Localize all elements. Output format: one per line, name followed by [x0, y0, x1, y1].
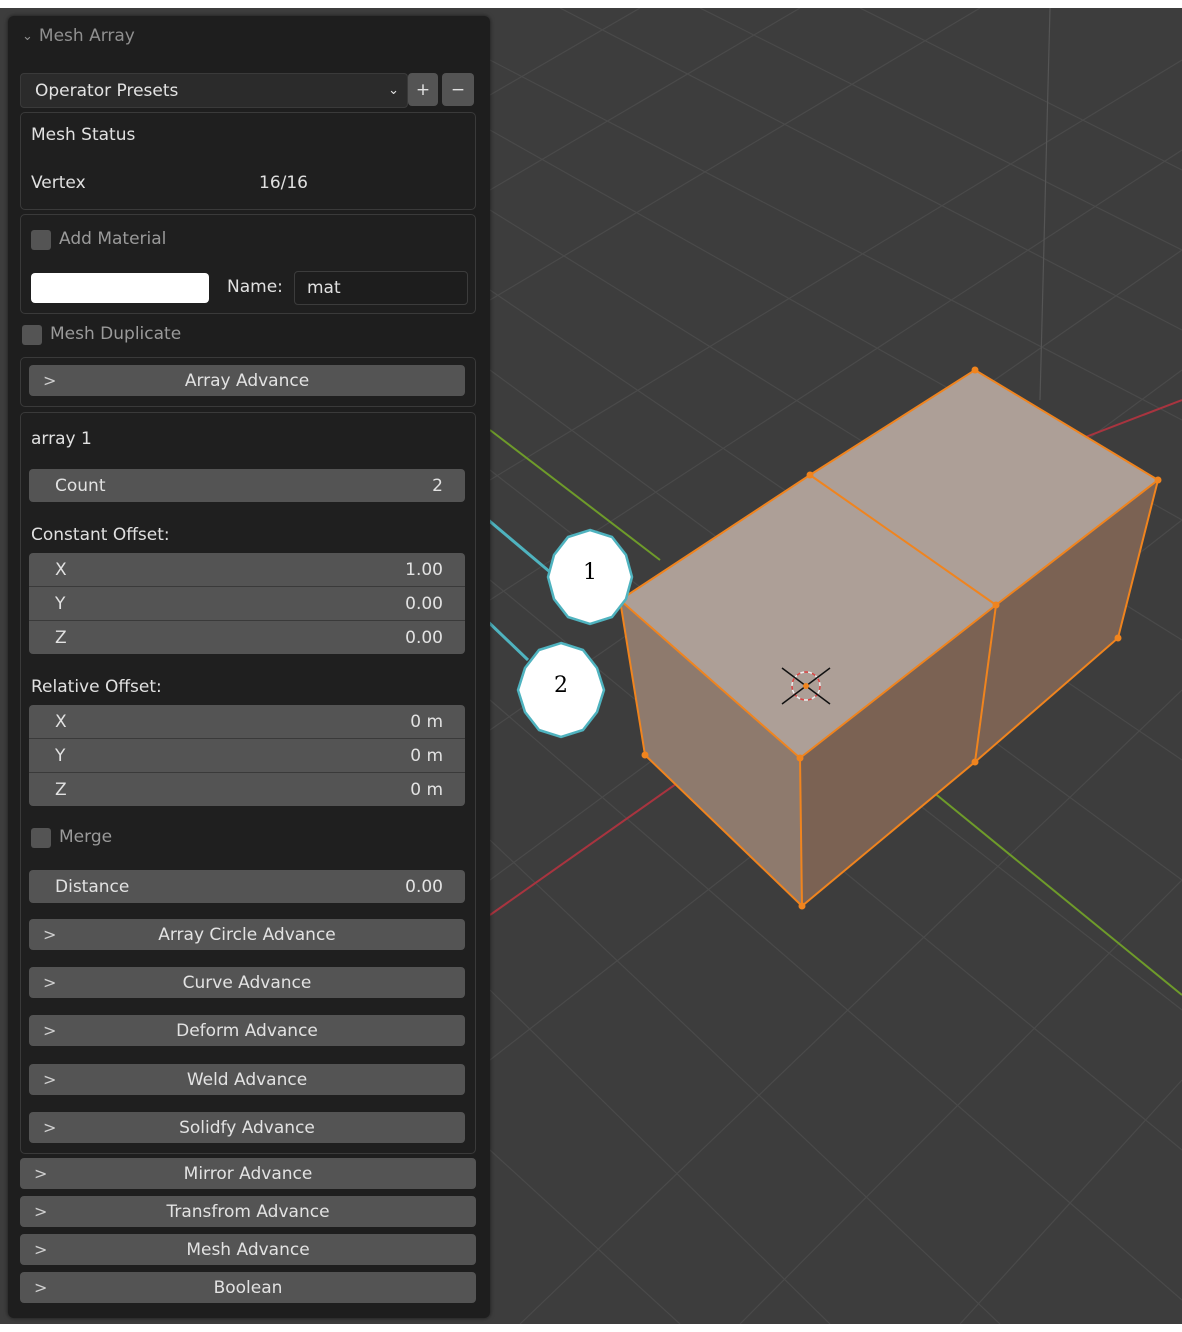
relative-offset-x[interactable]: X 0 m	[29, 705, 465, 739]
mesh-duplicate-checkbox[interactable]	[22, 325, 42, 345]
chevron-down-icon: ⌄	[22, 28, 33, 44]
constant-offset-fields: X 1.00 Y 0.00 Z 0.00	[29, 553, 465, 654]
array-advance-button[interactable]: > Array Advance	[29, 365, 465, 396]
curve-advance-button[interactable]: > Curve Advance	[29, 967, 465, 998]
chevron-right-icon: >	[43, 1118, 57, 1137]
mirror-advance-button[interactable]: > Mirror Advance	[20, 1158, 476, 1189]
distance-label: Distance	[55, 876, 130, 897]
material-color-swatch[interactable]	[31, 273, 209, 303]
transfrom-advance-button[interactable]: > Transfrom Advance	[20, 1196, 476, 1227]
advance-label: Deform Advance	[176, 1020, 318, 1041]
panel-title: Mesh Array	[38, 26, 135, 46]
axis-value: 0 m	[410, 745, 443, 766]
axis-label: Z	[55, 779, 67, 800]
mesh-duplicate-label: Mesh Duplicate	[50, 324, 182, 344]
chevron-right-icon: >	[34, 1278, 48, 1297]
advance-label: Solidfy Advance	[179, 1117, 315, 1138]
distance-field[interactable]: Distance 0.00	[29, 870, 465, 903]
advance-label: Transfrom Advance	[166, 1201, 330, 1222]
constant-offset-x[interactable]: X 1.00	[29, 553, 465, 587]
constant-offset-label: Constant Offset:	[31, 525, 170, 545]
mesh-status-box: Mesh Status Vertex 16/16	[20, 112, 476, 210]
plus-icon: +	[415, 79, 431, 100]
distance-value: 0.00	[405, 876, 443, 897]
operator-presets-dropdown[interactable]: Operator Presets ⌄	[20, 73, 408, 108]
advance-label: Mesh Advance	[186, 1239, 310, 1260]
advance-label: Curve Advance	[182, 972, 312, 993]
mesh-object	[616, 366, 1162, 910]
weld-advance-button[interactable]: > Weld Advance	[29, 1064, 465, 1095]
material-name-value: mat	[307, 278, 341, 298]
axis-label: Y	[55, 593, 66, 614]
boolean-button[interactable]: > Boolean	[20, 1272, 476, 1303]
relative-offset-z[interactable]: Z 0 m	[29, 773, 465, 806]
add-preset-button[interactable]: +	[408, 73, 438, 106]
add-material-checkbox[interactable]	[31, 230, 51, 250]
axis-label: Z	[55, 627, 67, 648]
chevron-right-icon: >	[34, 1240, 48, 1259]
chevron-right-icon: >	[34, 1164, 48, 1183]
advance-label: Array Circle Advance	[158, 924, 336, 945]
panel-header[interactable]: ⌄ Mesh Array	[22, 26, 135, 46]
axis-value: 0.00	[405, 593, 443, 614]
chevron-right-icon: >	[43, 1021, 57, 1040]
chevron-right-icon: >	[43, 371, 57, 390]
array-circle-advance-button[interactable]: > Array Circle Advance	[29, 919, 465, 950]
axis-label: Y	[55, 745, 66, 766]
advance-label: Mirror Advance	[183, 1163, 313, 1184]
minus-icon: −	[450, 79, 466, 100]
vertex-label: Vertex	[31, 173, 86, 193]
axis-value: 0 m	[410, 779, 443, 800]
axis-value: 1.00	[405, 559, 443, 580]
merge-checkbox[interactable]	[31, 828, 51, 848]
material-box: Add Material Name: mat	[20, 214, 476, 314]
mesh-array-panel: ⌄ Mesh Array Operator Presets ⌄ + − Mesh…	[8, 16, 490, 1318]
array-advance-box: > Array Advance	[20, 357, 476, 407]
vertex-value: 16/16	[259, 173, 308, 193]
material-name-label: Name:	[227, 277, 283, 297]
axis-value: 0.00	[405, 627, 443, 648]
presets-label: Operator Presets	[35, 80, 179, 101]
material-name-input[interactable]: mat	[294, 271, 468, 305]
chevron-right-icon: >	[43, 1070, 57, 1089]
chevron-right-icon: >	[34, 1202, 48, 1221]
axis-label: X	[55, 711, 67, 732]
advance-label: Weld Advance	[186, 1069, 308, 1090]
chevron-right-icon: >	[43, 925, 57, 944]
array-advance-label: Array Advance	[184, 370, 310, 391]
callout-2: 2	[554, 672, 568, 698]
axis-label: X	[55, 559, 67, 580]
relative-offset-label: Relative Offset:	[31, 677, 162, 697]
callout-1: 1	[583, 559, 597, 585]
count-label: Count	[55, 475, 106, 496]
add-material-label: Add Material	[59, 229, 167, 249]
count-field[interactable]: Count 2	[29, 469, 465, 502]
advance-label: Boolean	[213, 1277, 283, 1298]
mesh-status-title: Mesh Status	[31, 125, 136, 145]
chevron-down-icon: ⌄	[388, 83, 399, 98]
array-1-box: array 1 Count 2 Constant Offset: X 1.00 Y…	[20, 412, 476, 1154]
relative-offset-y[interactable]: Y 0 m	[29, 739, 465, 773]
relative-offset-fields: X 0 m Y 0 m Z 0 m	[29, 705, 465, 806]
mesh-advance-button[interactable]: > Mesh Advance	[20, 1234, 476, 1265]
chevron-right-icon: >	[43, 973, 57, 992]
constant-offset-y[interactable]: Y 0.00	[29, 587, 465, 621]
deform-advance-button[interactable]: > Deform Advance	[29, 1015, 465, 1046]
remove-preset-button[interactable]: −	[442, 73, 474, 106]
array-1-title: array 1	[31, 429, 92, 449]
count-value: 2	[432, 475, 443, 496]
solidfy-advance-button[interactable]: > Solidfy Advance	[29, 1112, 465, 1143]
merge-label: Merge	[59, 827, 113, 847]
axis-value: 0 m	[410, 711, 443, 732]
constant-offset-z[interactable]: Z 0.00	[29, 621, 465, 654]
